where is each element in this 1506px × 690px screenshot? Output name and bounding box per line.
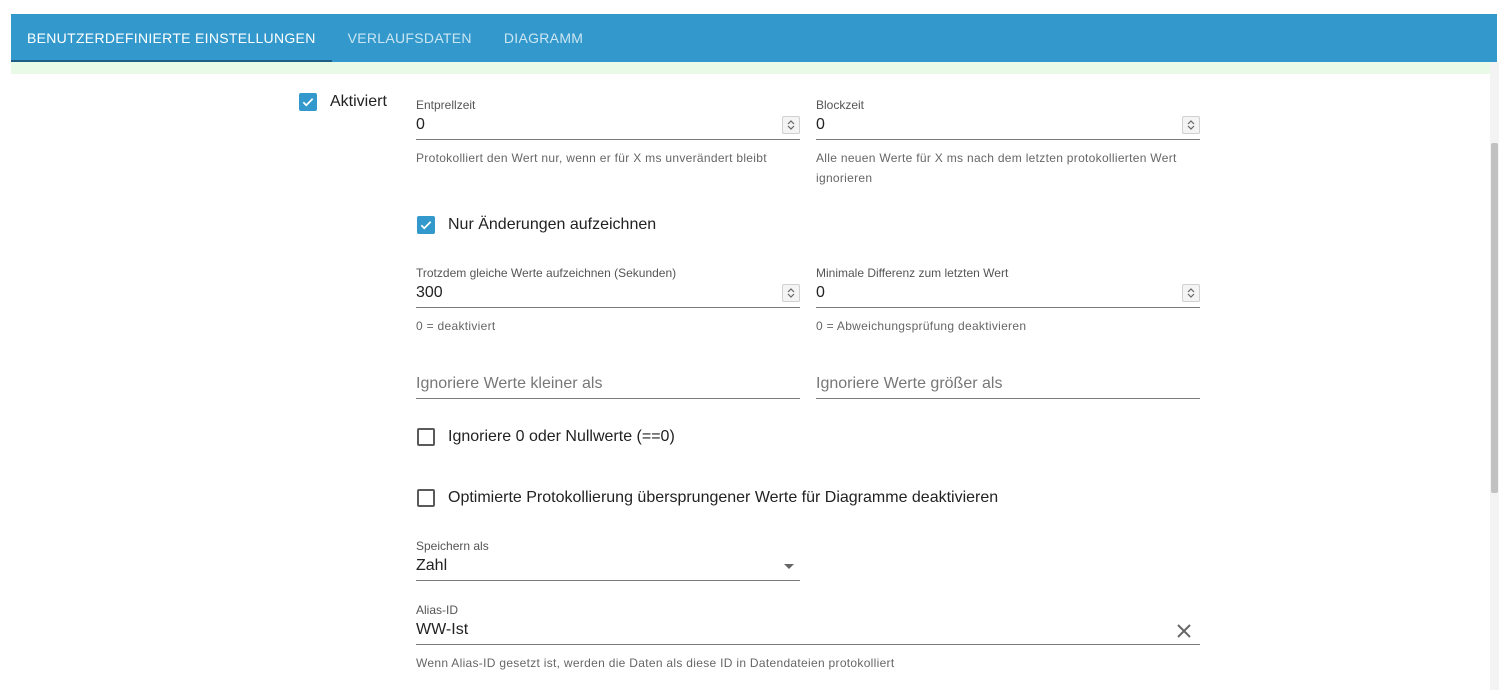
stepper-icon <box>787 120 795 130</box>
chevron-down-icon[interactable] <box>784 564 794 569</box>
change-interval-help: 0 = deaktiviert <box>416 319 496 333</box>
alias-id-input[interactable]: WW-Ist <box>416 617 1200 645</box>
alias-id-value: WW-Ist <box>416 621 469 638</box>
change-interval-label: Trotzdem gleiche Werte aufzeichnen (Seku… <box>416 266 677 280</box>
stepper-icon <box>1187 120 1195 130</box>
status-strip <box>11 62 1497 74</box>
storage-type-field: Speichern als Zahl <box>416 539 800 587</box>
disable-skipped-label: Optimierte Protokollierung übersprungene… <box>448 489 999 506</box>
min-diff-help: 0 = Abweichungsprüfung deaktivieren <box>816 319 1027 333</box>
min-diff-value: 0 <box>816 284 825 301</box>
debounce-stepper[interactable] <box>782 116 800 134</box>
blocktime-field: Blockzeit 0 Alle neuen Werte für X ms na… <box>816 98 1200 188</box>
enabled-label: Aktiviert <box>330 93 387 110</box>
change-interval-input[interactable]: 300 <box>416 280 800 308</box>
enabled-checkbox-row[interactable]: Aktiviert <box>299 93 387 111</box>
tab-custom-settings[interactable]: BENUTZERDEFINIERTE EINSTELLUNGEN <box>11 14 332 62</box>
storage-type-label: Speichern als <box>416 539 489 553</box>
ignore-below-field: Ignoriere Werte kleiner als <box>416 371 800 400</box>
change-interval-stepper[interactable] <box>782 284 800 302</box>
storage-type-select[interactable]: Zahl <box>416 553 800 581</box>
blocktime-stepper[interactable] <box>1182 116 1200 134</box>
enabled-checkbox[interactable] <box>299 93 317 111</box>
min-diff-stepper[interactable] <box>1182 284 1200 302</box>
disable-skipped-checkbox[interactable] <box>417 489 435 507</box>
check-icon <box>420 221 432 230</box>
blocktime-label: Blockzeit <box>816 98 865 112</box>
tab-chart[interactable]: DIAGRAMM <box>488 14 599 62</box>
change-interval-field: Trotzdem gleiche Werte aufzeichnen (Seku… <box>416 266 800 336</box>
min-diff-field: Minimale Differenz zum letzten Wert 0 0 … <box>816 266 1200 336</box>
debounce-label: Entprellzeit <box>416 98 476 112</box>
debounce-field: Entprellzeit 0 Protokolliert den Wert nu… <box>416 98 800 188</box>
debounce-value: 0 <box>416 116 425 133</box>
change-interval-value: 300 <box>416 284 443 301</box>
check-icon <box>302 98 314 107</box>
ignore-below-placeholder: Ignoriere Werte kleiner als <box>416 375 603 392</box>
ignore-zero-checkbox-row[interactable]: Ignoriere 0 oder Nullwerte (==0) <box>417 428 675 446</box>
changes-only-checkbox[interactable] <box>417 216 435 234</box>
min-diff-label: Minimale Differenz zum letzten Wert <box>816 266 1009 280</box>
blocktime-value: 0 <box>816 116 825 133</box>
ignore-below-input[interactable]: Ignoriere Werte kleiner als <box>416 371 800 399</box>
min-diff-input[interactable]: 0 <box>816 280 1200 308</box>
alias-id-help: Wenn Alias-ID gesetzt ist, werden die Da… <box>416 656 895 670</box>
close-icon[interactable] <box>1176 623 1192 639</box>
blocktime-input[interactable]: 0 <box>816 112 1200 140</box>
ignore-above-field: Ignoriere Werte größer als <box>816 371 1200 400</box>
debounce-help: Protokolliert den Wert nur, wenn er für … <box>416 151 767 165</box>
scrollbar-thumb[interactable] <box>1491 143 1498 493</box>
changes-only-checkbox-row[interactable]: Nur Änderungen aufzeichnen <box>417 216 656 234</box>
ignore-zero-label: Ignoriere 0 oder Nullwerte (==0) <box>448 428 675 445</box>
debounce-input[interactable]: 0 <box>416 112 800 140</box>
storage-type-value: Zahl <box>416 557 448 574</box>
stepper-icon <box>1187 288 1195 298</box>
ignore-above-placeholder: Ignoriere Werte größer als <box>816 375 1003 392</box>
disable-skipped-checkbox-row[interactable]: Optimierte Protokollierung übersprungene… <box>417 489 998 507</box>
blocktime-help: Alle neuen Werte für X ms nach dem letzt… <box>816 151 1177 185</box>
stepper-icon <box>787 288 795 298</box>
changes-only-label: Nur Änderungen aufzeichnen <box>448 216 657 233</box>
alias-id-field: Alias-ID WW-Ist Wenn Alias-ID gesetzt is… <box>416 603 1200 683</box>
ignore-above-input[interactable]: Ignoriere Werte größer als <box>816 371 1200 399</box>
ignore-zero-checkbox[interactable] <box>417 428 435 446</box>
tab-bar: BENUTZERDEFINIERTE EINSTELLUNGEN VERLAUF… <box>11 14 1497 62</box>
alias-id-label: Alias-ID <box>416 603 459 617</box>
tab-history-data[interactable]: VERLAUFSDATEN <box>332 14 488 62</box>
